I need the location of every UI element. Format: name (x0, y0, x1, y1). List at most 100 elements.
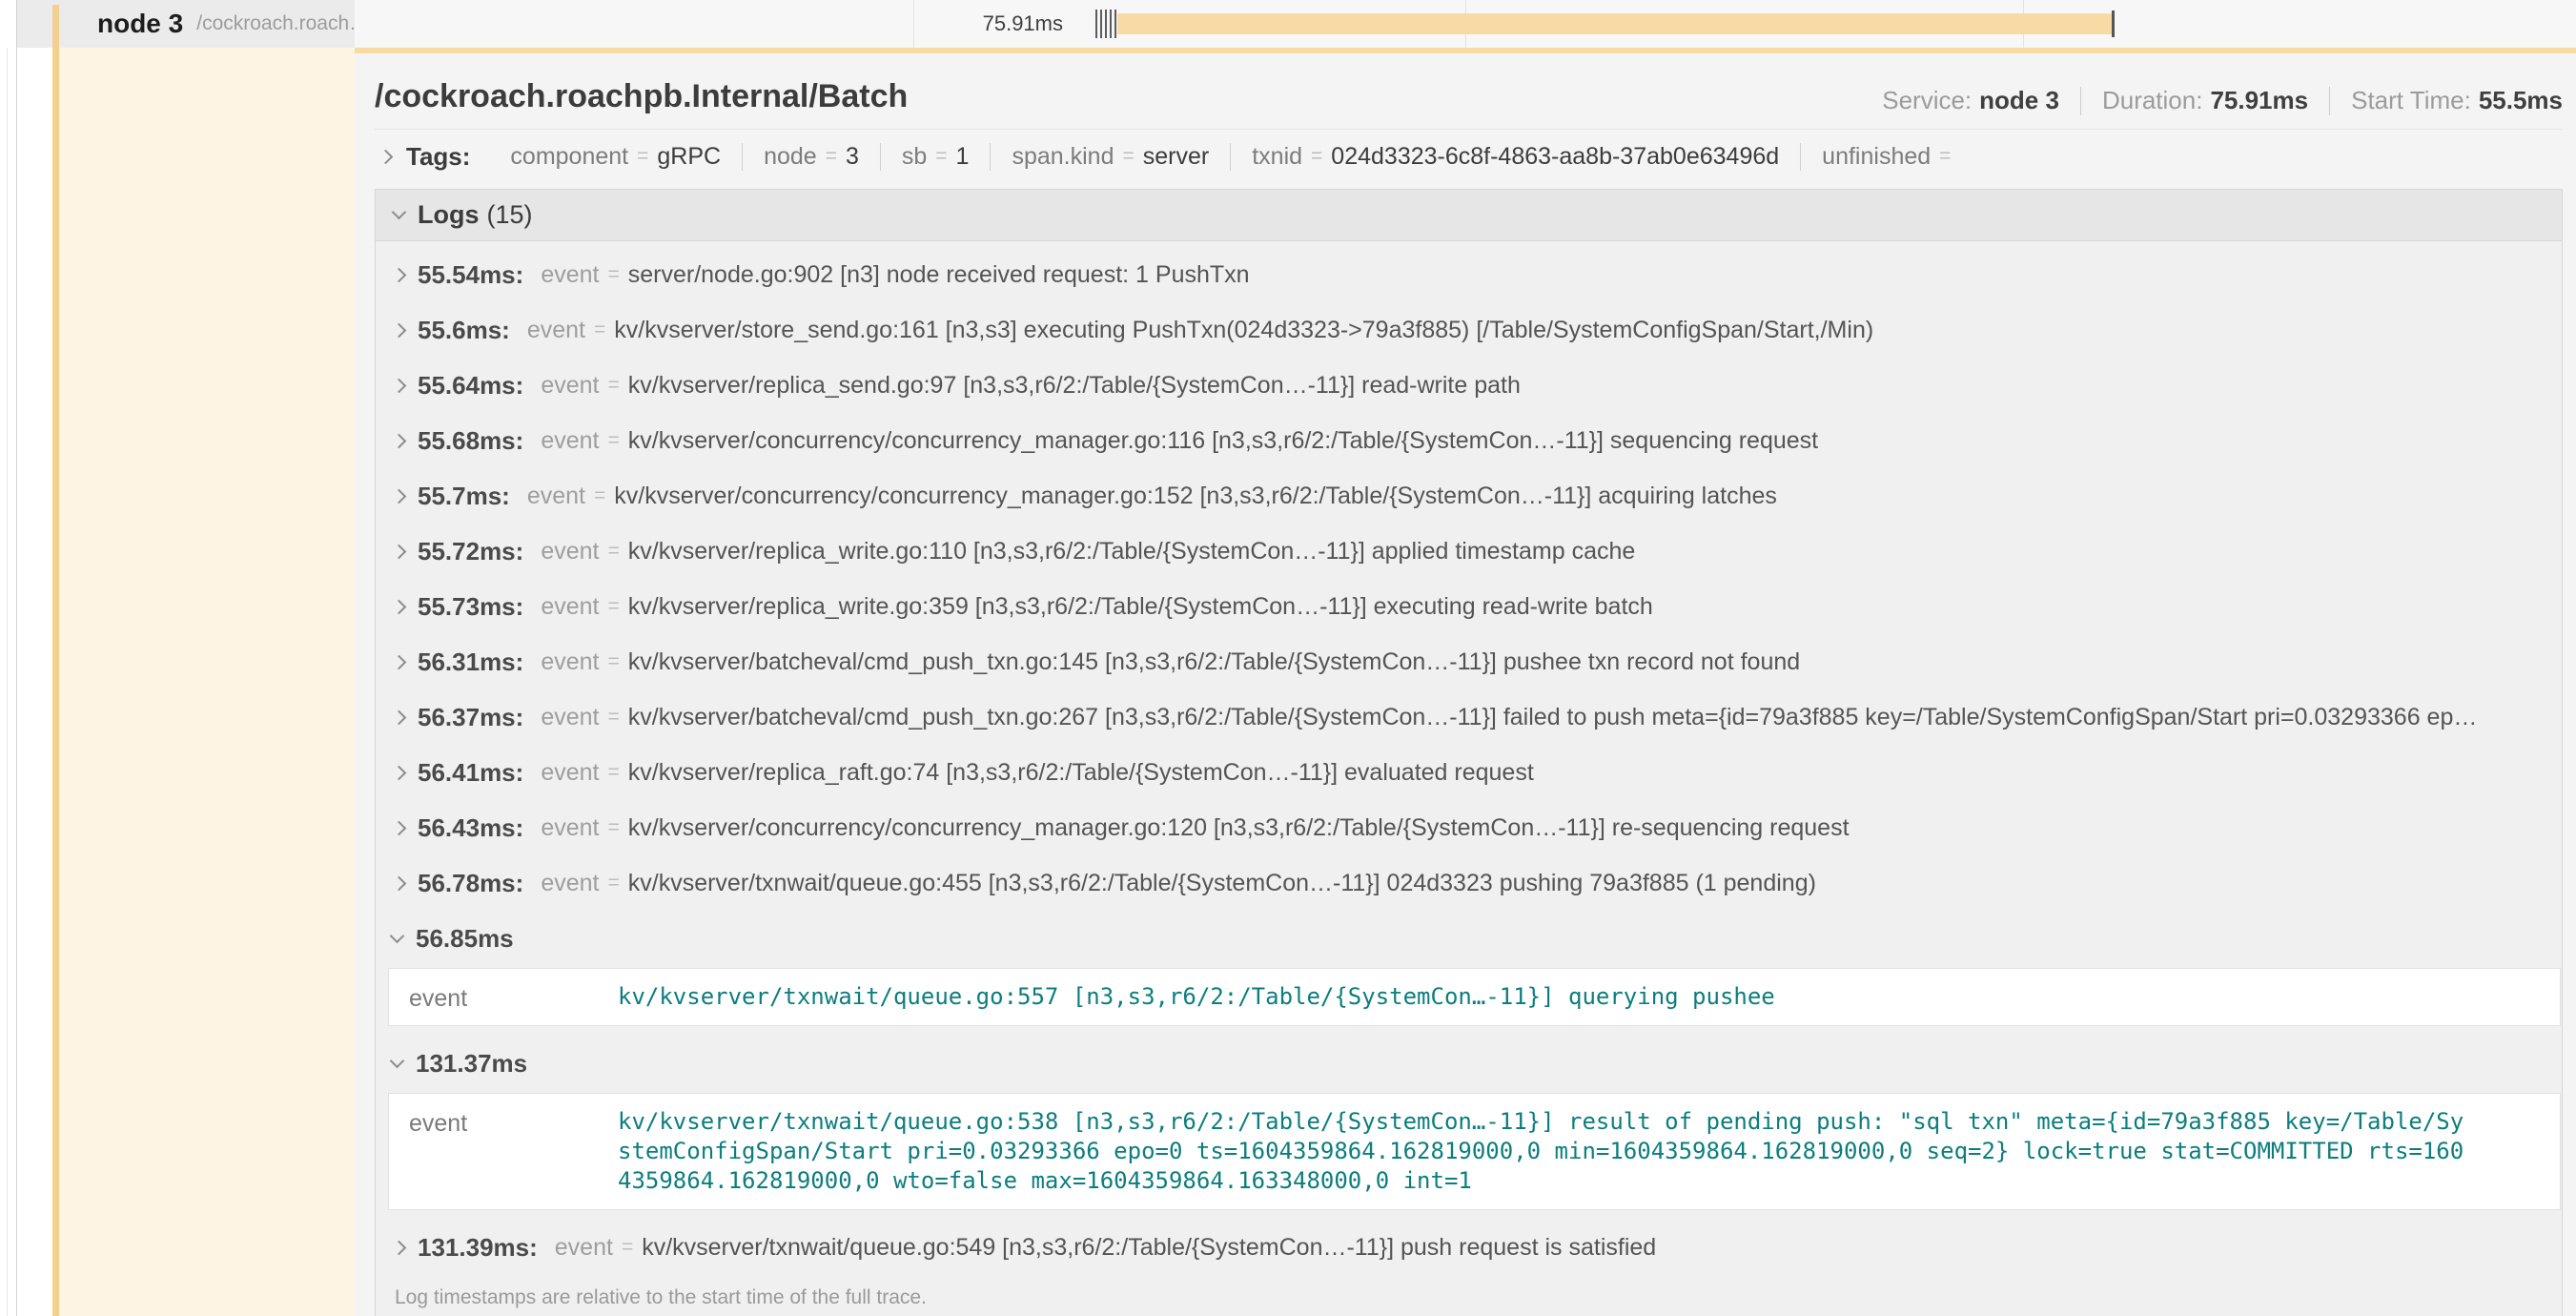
log-timestamp: 55.73ms: (418, 592, 523, 622)
chevron-right-icon (392, 433, 407, 448)
tag-key: node (764, 143, 817, 171)
logs-accordion: Logs (15) 55.54ms: event = server/node.g… (375, 189, 2563, 1316)
span-timeline: 75.91ms (355, 0, 2576, 48)
equals-sign: = (607, 872, 619, 894)
span-row-highlight-band (59, 48, 355, 1316)
span-meta: Service: node 3 Duration: 75.91ms Start … (1882, 86, 2563, 115)
trace-detail-view: node 3 /cockroach.roach… 75.91ms /cockro… (0, 0, 2576, 1316)
log-row-collapsed[interactable]: 131.39ms: event = kv/kvserver/txnwait/qu… (376, 1220, 2562, 1275)
log-field-value: kv/kvserver/replica_write.go:110 [n3,s3,… (628, 538, 1636, 565)
log-row-collapsed[interactable]: 56.41ms: event = kv/kvserver/replica_raf… (376, 745, 2562, 800)
log-timestamp: 55.64ms: (418, 371, 523, 401)
tag-item[interactable]: span.kind = server (991, 143, 1231, 171)
log-field-key: event (541, 538, 599, 565)
log-field-key: event (541, 372, 599, 400)
span-duration-label: 75.91ms (983, 0, 1063, 48)
equals-sign: = (1311, 145, 1322, 168)
equals-sign: = (935, 145, 947, 168)
equals-sign: = (622, 1236, 633, 1259)
chevron-down-icon (390, 1053, 405, 1068)
chevron-down-icon (390, 928, 405, 943)
log-field-value: kv/kvserver/batcheval/cmd_push_txn.go:26… (628, 704, 2478, 731)
duration-value: 75.91ms (2210, 86, 2308, 115)
log-row-collapsed[interactable]: 56.78ms: event = kv/kvserver/txnwait/que… (376, 855, 2562, 911)
logs-header[interactable]: Logs (15) (376, 190, 2562, 241)
chevron-right-icon (392, 599, 407, 614)
log-field-key: event (541, 814, 599, 842)
span-name-cell[interactable]: node 3 /cockroach.roach… (17, 0, 355, 48)
log-field-key: event (541, 427, 599, 455)
equals-sign: = (607, 761, 619, 784)
chevron-right-icon (392, 322, 407, 338)
span-bar-hatched-segment[interactable] (1095, 10, 1118, 38)
service-value: node 3 (1979, 86, 2059, 115)
tag-key: txnid (1252, 143, 1302, 171)
log-field-value: kv/kvserver/store_send.go:161 [n3,s3] ex… (614, 317, 1873, 344)
log-timestamp: 56.85ms (416, 924, 514, 954)
equals-sign: = (594, 484, 605, 507)
log-field-key: event (389, 969, 618, 1025)
log-row-collapsed[interactable]: 56.31ms: event = kv/kvserver/batcheval/c… (376, 634, 2562, 689)
log-row-collapsed[interactable]: 56.43ms: event = kv/kvserver/concurrency… (376, 800, 2562, 855)
equals-sign: = (607, 263, 619, 286)
meta-divider (2329, 87, 2330, 115)
equals-sign: = (607, 540, 619, 563)
tag-item[interactable]: txnid = 024d3323-6c8f-4863-aa8b-37ab0e63… (1231, 143, 1801, 171)
log-detail-panel: event kv/kvserver/txnwait/queue.go:557 [… (388, 968, 2561, 1026)
tag-list: component = gRPC node = 3 sb = 1 span.ki… (489, 143, 1980, 171)
logs-count: (15) (487, 200, 533, 230)
span-operation-name: /cockroach.roach… (196, 12, 355, 35)
equals-sign: = (607, 650, 619, 673)
tag-item[interactable]: component = gRPC (489, 143, 743, 171)
log-field-key: event (555, 1234, 613, 1262)
tag-item[interactable]: unfinished = (1801, 143, 1980, 171)
log-row-collapsed[interactable]: 55.72ms: event = kv/kvserver/replica_wri… (376, 524, 2562, 579)
duration-label: Duration: (2102, 86, 2203, 115)
equals-sign: = (607, 816, 619, 839)
log-row-collapsed[interactable]: 55.64ms: event = kv/kvserver/replica_sen… (376, 358, 2562, 413)
log-row-collapsed[interactable]: 55.54ms: event = server/node.go:902 [n3]… (376, 247, 2562, 302)
log-row-collapsed[interactable]: 55.73ms: event = kv/kvserver/replica_wri… (376, 579, 2562, 634)
start-time-value: 55.5ms (2479, 86, 2563, 115)
tags-accordion[interactable]: Tags: component = gRPC node = 3 sb = 1 s… (375, 130, 2563, 183)
log-field-key: event (527, 483, 585, 510)
equals-sign: = (637, 145, 648, 168)
tag-key: unfinished (1822, 143, 1931, 171)
tag-item[interactable]: sb = 1 (881, 143, 992, 171)
log-timestamp: 55.54ms: (418, 260, 523, 290)
log-row-collapsed[interactable]: 55.68ms: event = kv/kvserver/concurrency… (376, 413, 2562, 468)
log-timestamp: 56.43ms: (418, 813, 523, 843)
log-timestamp: 55.72ms: (418, 537, 523, 566)
tag-item[interactable]: node = 3 (743, 143, 881, 171)
chevron-right-icon (392, 267, 407, 282)
log-field-value-mono: kv/kvserver/txnwait/queue.go:557 [n3,s3,… (618, 969, 2560, 1025)
tag-value: 024d3323-6c8f-4863-aa8b-37ab0e63496d (1331, 143, 1779, 171)
service-label: Service: (1882, 86, 1972, 115)
log-row-collapsed[interactable]: 55.6ms: event = kv/kvserver/store_send.g… (376, 302, 2562, 358)
log-row-expanded: 131.37ms event kv/kvserver/txnwait/queue… (376, 1036, 2562, 1210)
tag-key: span.kind (1012, 143, 1114, 171)
log-field-key: event (541, 704, 599, 731)
span-service-name: node 3 (97, 9, 183, 39)
log-row-expanded: 56.85ms event kv/kvserver/txnwait/queue.… (376, 911, 2562, 1026)
span-bar[interactable] (1117, 13, 2115, 34)
log-row-collapsed[interactable]: 56.37ms: event = kv/kvserver/batcheval/c… (376, 689, 2562, 745)
chevron-right-icon (378, 149, 394, 164)
span-detail-panel: /cockroach.roachpb.Internal/Batch Servic… (355, 48, 2576, 1316)
log-row-expanded-header[interactable]: 56.85ms (376, 911, 2562, 966)
log-timestamp: 131.37ms (416, 1049, 527, 1079)
chevron-right-icon (392, 820, 407, 835)
log-field-value: kv/kvserver/replica_send.go:97 [n3,s3,r6… (628, 372, 1521, 400)
log-field-key: event (541, 648, 599, 676)
log-timestamp: 56.41ms: (418, 758, 523, 788)
gutter-divider (7, 48, 8, 1316)
log-row-expanded-header[interactable]: 131.37ms (376, 1036, 2562, 1091)
chevron-right-icon (392, 378, 407, 393)
log-field-key: event (541, 593, 599, 621)
tag-key: sb (902, 143, 927, 171)
log-row-collapsed[interactable]: 55.7ms: event = kv/kvserver/concurrency/… (376, 468, 2562, 524)
log-field-value: kv/kvserver/replica_write.go:359 [n3,s3,… (628, 593, 1653, 621)
log-field-value: kv/kvserver/concurrency/concurrency_mana… (628, 427, 1818, 455)
tag-value: 3 (846, 143, 859, 171)
log-field-value: kv/kvserver/concurrency/concurrency_mana… (628, 814, 1850, 842)
